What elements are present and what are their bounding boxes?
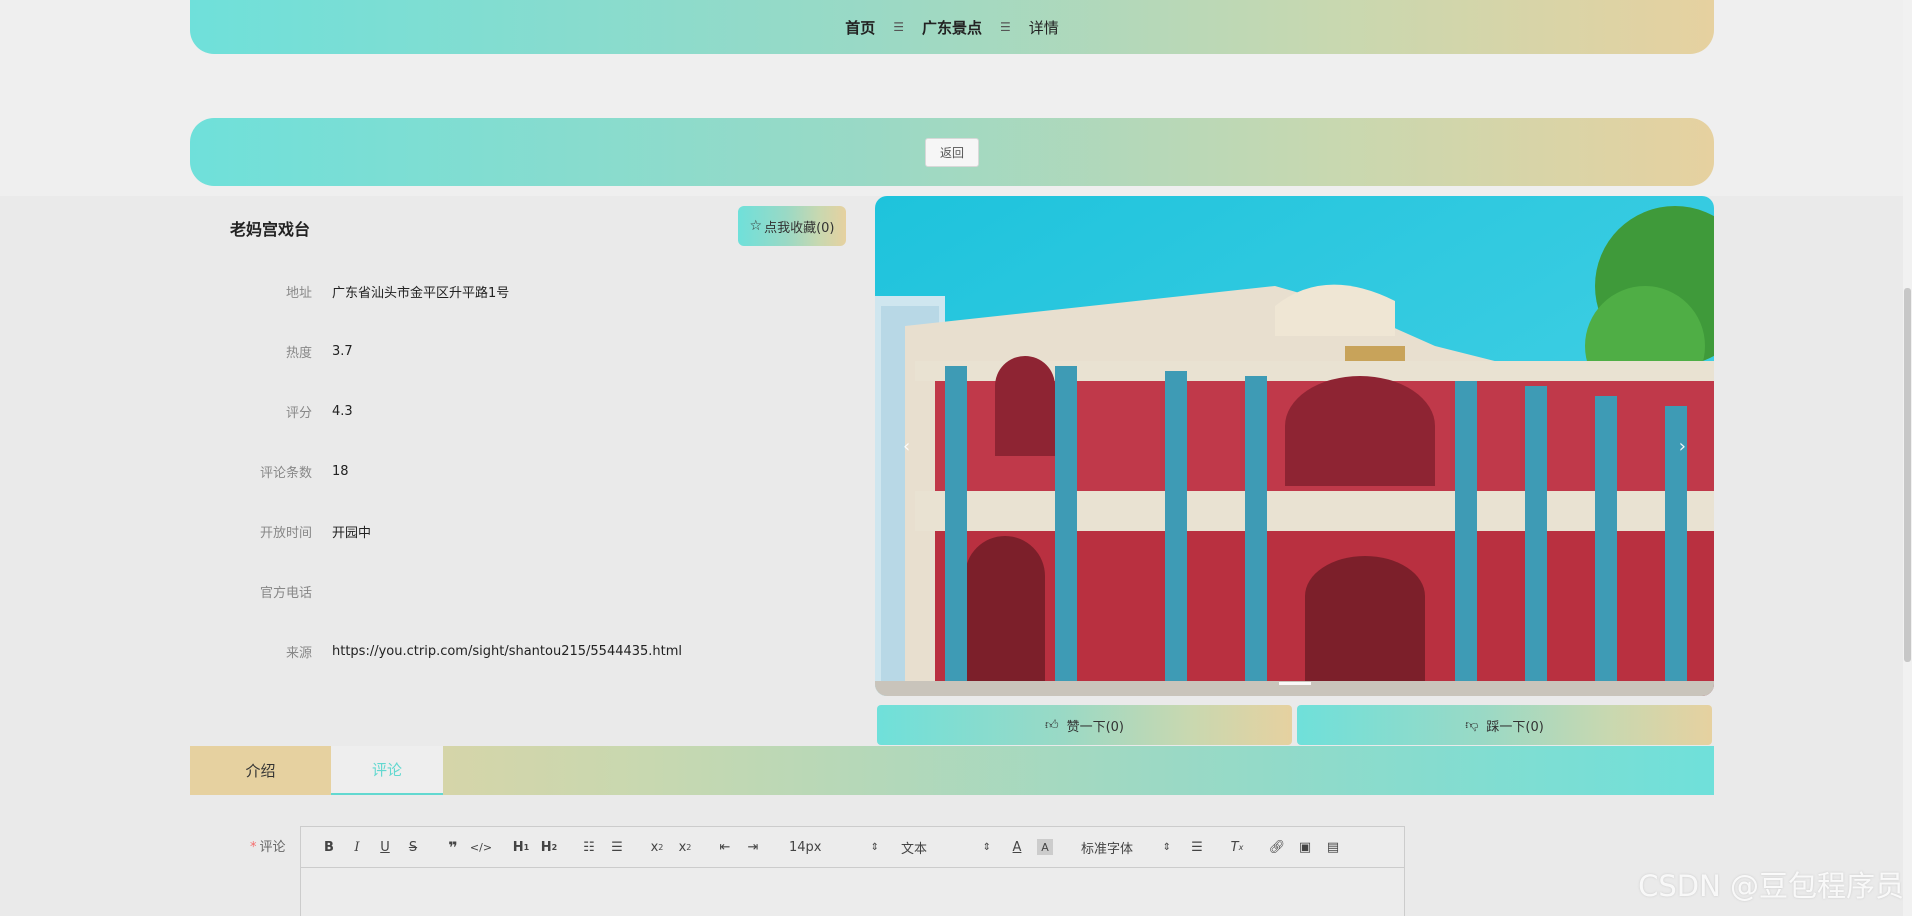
- breadcrumb-current: 详情: [1028, 18, 1059, 37]
- comment-editor: B I U S ❞ </> H1 H2 ☷ ☰ x2 x2 ⇤ ⇥ 14px ⇕ …: [300, 826, 1405, 916]
- indent-icon[interactable]: ⇥: [739, 835, 767, 859]
- scrollbar-thumb[interactable]: [1904, 288, 1911, 662]
- field-value: 4.3: [332, 403, 353, 419]
- comment-label: * 评论: [250, 836, 286, 855]
- font-size-select[interactable]: 14px ⇕: [779, 840, 879, 855]
- italic-icon[interactable]: I: [343, 835, 371, 859]
- breadcrumb-category[interactable]: 广东景点: [922, 17, 982, 38]
- dislike-label: 踩一下(0): [1486, 719, 1544, 735]
- field-value: 18: [332, 463, 349, 479]
- field-label: 评分: [285, 405, 312, 421]
- thumbs-down-icon: 👎︎: [1465, 717, 1479, 733]
- breadcrumb: 首页 ☰ 广东景点 ☰ 详情: [190, 0, 1714, 54]
- editor-toolbar: B I U S ❞ </> H1 H2 ☷ ☰ x2 x2 ⇤ ⇥ 14px ⇕ …: [301, 827, 1404, 868]
- tab-comment[interactable]: 评论: [331, 746, 443, 795]
- carousel-next-icon[interactable]: ›: [1679, 436, 1686, 457]
- background-color-icon[interactable]: A: [1037, 839, 1053, 855]
- source-link[interactable]: https://you.ctrip.com/sight/shantou215/5…: [332, 644, 682, 659]
- field-row-phone: 官方电话: [230, 581, 332, 601]
- superscript-icon[interactable]: x2: [671, 835, 699, 859]
- spot-title: 老妈宫戏台: [230, 220, 311, 239]
- field-row-comment-count: 评论条数 18: [230, 461, 349, 481]
- field-row-source: 来源 https://you.ctrip.com/sight/shantou21…: [230, 641, 682, 661]
- field-label: 热度: [285, 345, 312, 361]
- field-value: 开园中: [332, 525, 372, 541]
- font-family-select[interactable]: 标准字体 ⇕: [1071, 838, 1171, 857]
- link-icon[interactable]: 🔗︎: [1263, 835, 1291, 859]
- detail-tabs: 介绍 评论: [190, 746, 1714, 795]
- back-bar: 返回: [190, 118, 1714, 186]
- favorite-button[interactable]: ☆ 点我收藏(0): [738, 206, 846, 246]
- field-row-rating: 评分 4.3: [230, 401, 353, 421]
- thumbs-up-icon: 👍︎: [1044, 717, 1059, 733]
- image-icon[interactable]: ▣: [1291, 835, 1319, 859]
- field-label: 开放时间: [259, 525, 312, 541]
- tab-intro[interactable]: 介绍: [190, 746, 331, 795]
- field-value: 3.7: [332, 343, 353, 359]
- spot-photo: [875, 196, 1714, 696]
- image-carousel[interactable]: ‹ ›: [875, 196, 1714, 696]
- ordered-list-icon[interactable]: ☷: [575, 835, 603, 859]
- comment-label-text: 评论: [259, 840, 286, 855]
- font-color-icon[interactable]: A: [1003, 835, 1031, 859]
- favorite-label: 点我收藏(0): [764, 220, 835, 236]
- heading-1-icon[interactable]: H1: [507, 835, 535, 859]
- align-icon[interactable]: ☰: [1183, 835, 1211, 859]
- strikethrough-icon[interactable]: S: [399, 835, 427, 859]
- like-label: 赞一下(0): [1066, 719, 1124, 735]
- field-row-popularity: 热度 3.7: [230, 341, 353, 361]
- field-row-address: 地址 广东省汕头市金平区升平路1号: [230, 281, 509, 301]
- quote-icon[interactable]: ❞: [439, 835, 467, 859]
- clear-format-icon[interactable]: Tx: [1223, 835, 1251, 859]
- watermark: CSDN @豆包程序员: [1638, 869, 1904, 903]
- text-type-select[interactable]: 文本 ⇕: [891, 838, 991, 857]
- outdent-icon[interactable]: ⇤: [711, 835, 739, 859]
- heading-2-icon[interactable]: H2: [535, 835, 563, 859]
- bold-icon[interactable]: B: [315, 835, 343, 859]
- underline-icon[interactable]: U: [371, 835, 399, 859]
- field-label: 来源: [285, 645, 312, 661]
- field-label: 官方电话: [259, 585, 312, 601]
- spot-info-panel: 老妈宫戏台 ☆ 点我收藏(0) 地址 广东省汕头市金平区升平路1号 热度 3.7…: [190, 196, 874, 746]
- field-label: 评论条数: [259, 465, 312, 481]
- back-button[interactable]: 返回: [924, 137, 979, 167]
- video-icon[interactable]: ▤: [1319, 835, 1347, 859]
- field-value: 广东省汕头市金平区升平路1号: [332, 285, 510, 301]
- required-mark: *: [250, 840, 257, 855]
- field-row-open-time: 开放时间 开园中: [230, 521, 371, 541]
- breadcrumb-separator-icon: ☰: [1000, 20, 1011, 34]
- field-label: 地址: [285, 285, 312, 301]
- dislike-button[interactable]: 👎︎ 踩一下(0): [1297, 705, 1712, 745]
- code-icon[interactable]: </>: [467, 835, 495, 859]
- breadcrumb-separator-icon: ☰: [893, 20, 904, 34]
- carousel-prev-icon[interactable]: ‹: [903, 436, 910, 457]
- subscript-icon[interactable]: x2: [643, 835, 671, 859]
- breadcrumb-home[interactable]: 首页: [845, 17, 875, 38]
- carousel-indicator[interactable]: [1279, 682, 1311, 685]
- bullet-list-icon[interactable]: ☰: [603, 835, 631, 859]
- star-icon: ☆: [749, 218, 763, 234]
- like-button[interactable]: 👍︎ 赞一下(0): [877, 705, 1292, 745]
